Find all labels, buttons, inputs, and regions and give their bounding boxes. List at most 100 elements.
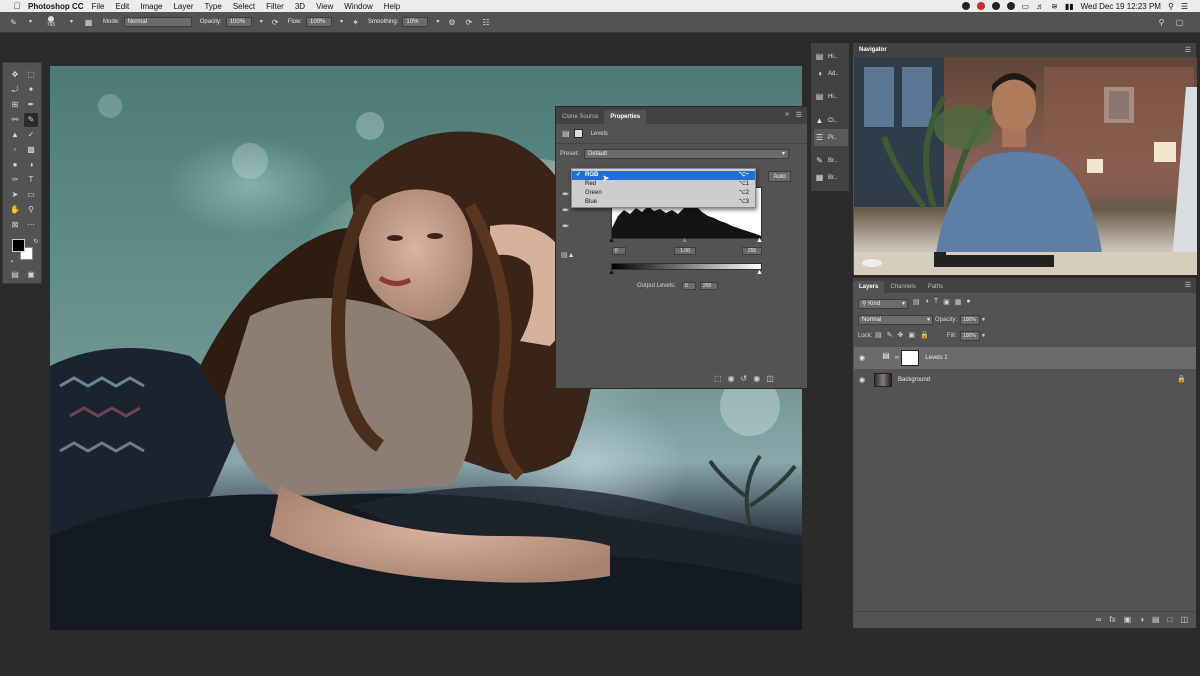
volume-icon[interactable]: ♬ <box>1036 2 1044 11</box>
menu-view[interactable]: View <box>316 2 333 11</box>
link-layers-icon[interactable]: ∞ <box>1096 615 1102 624</box>
menu-item-blue[interactable]: Blue ⌥3 <box>572 198 755 207</box>
clip-to-layer-icon[interactable]: ⬚ <box>714 374 722 383</box>
menu-item-red[interactable]: Red ⌥1 <box>572 180 755 189</box>
lock-artboard-icon[interactable]: ▣ <box>908 331 915 339</box>
flow-input[interactable]: 100% <box>306 17 333 27</box>
more-tools-icon[interactable]: ⋯ <box>24 218 38 232</box>
swap-colors-icon[interactable]: ↻ <box>29 235 43 249</box>
midtone-input-slider[interactable]: ▲ <box>681 237 688 244</box>
output-black-field[interactable]: 0 <box>682 282 696 290</box>
strip-adjustments[interactable]: ◑ Ad.. <box>814 65 848 82</box>
frame-tool-icon[interactable]: ⊠ <box>8 218 22 232</box>
crop-tool-icon[interactable]: ⊞ <box>8 98 22 112</box>
airbrush-icon[interactable]: ✶ <box>350 17 361 28</box>
strip-history[interactable]: ▤ Hi.. <box>814 88 848 105</box>
chevron-down-icon[interactable]: ▾ <box>336 17 347 28</box>
lasso-tool-icon[interactable]: ⤾ <box>8 83 22 97</box>
menu-item-green[interactable]: Green ⌥2 <box>572 189 755 198</box>
panel-menu-icon[interactable]: ☰ <box>1185 281 1191 289</box>
black-point-eyedropper-icon[interactable]: ✒ <box>562 189 570 200</box>
new-group-icon[interactable]: ▤ <box>1152 615 1160 624</box>
strip-properties[interactable]: ☰ Pr.. <box>814 129 848 146</box>
chevron-down-icon[interactable]: ▾ <box>982 332 985 339</box>
pen-tool-icon[interactable]: ✑ <box>8 173 22 187</box>
blend-mode-select[interactable]: Normal ▾ <box>858 315 933 325</box>
visibility-eye-icon[interactable]: ◉ <box>859 354 869 362</box>
layer-row-levels-1[interactable]: ◉ ▤ ∞ Levels 1 <box>854 347 1196 369</box>
brush-tool-icon[interactable]: ✎ <box>8 17 19 28</box>
brush-preset-picker[interactable]: 765 <box>43 16 59 28</box>
black-input-slider[interactable]: ▲ <box>608 237 615 244</box>
cloud-icon[interactable] <box>991 2 1000 10</box>
layer-fill-input[interactable]: 100% <box>960 331 980 341</box>
hand-tool-icon[interactable]: ✋ <box>8 203 22 217</box>
history-brush-tool-icon[interactable]: ✓ <box>24 128 38 142</box>
menu-3d[interactable]: 3D <box>295 2 305 11</box>
app-name-menu[interactable]: Photoshop CC <box>28 2 84 11</box>
quick-mask-icon[interactable]: ▤ <box>8 268 22 282</box>
panel-menu-icon[interactable]: ☰ <box>796 111 802 119</box>
auto-button[interactable]: Auto <box>768 171 791 182</box>
layer-mask-icon[interactable] <box>573 129 583 138</box>
menu-help[interactable]: Help <box>384 2 400 11</box>
filter-smart-object-icon[interactable]: ▦ <box>955 298 962 306</box>
menu-select[interactable]: Select <box>233 2 255 11</box>
strip-brush-settings[interactable]: ▦ Br.. <box>814 169 848 186</box>
eyedropper-tool-icon[interactable]: ✒ <box>24 98 38 112</box>
mode-select[interactable]: Normal <box>123 17 192 27</box>
pressure-size-icon[interactable]: ⟳ <box>463 17 474 28</box>
lock-all-icon[interactable]: 🔒 <box>920 331 929 339</box>
reset-icon[interactable]: ↺ <box>741 374 748 383</box>
menu-item-rgb[interactable]: ✓ RGB ⌥~ <box>572 171 755 180</box>
healing-brush-tool-icon[interactable]: ⚯ <box>8 113 22 127</box>
magic-wand-tool-icon[interactable]: ✦ <box>24 83 38 97</box>
brush-tool-icon[interactable]: ✎ <box>24 113 38 127</box>
preset-select[interactable]: Default ▾ <box>584 149 789 159</box>
notification-center-icon[interactable]: ☰ <box>1181 2 1188 11</box>
layer-opacity-input[interactable]: 100% <box>960 315 980 325</box>
trash-icon[interactable]: ◫ <box>766 374 774 383</box>
link-icon[interactable]: ∞ <box>895 355 899 361</box>
filter-pixel-icon[interactable]: ▤ <box>913 298 920 306</box>
filter-adjustment-icon[interactable]: ◑ <box>925 298 929 306</box>
menu-type[interactable]: Type <box>204 2 221 11</box>
tab-properties[interactable]: Properties <box>604 110 647 124</box>
collapse-panel-icon[interactable]: » <box>785 111 789 118</box>
gray-point-eyedropper-icon[interactable]: ✒ <box>562 205 570 216</box>
layer-row-background[interactable]: ◉ Background 🔒 <box>854 369 1196 391</box>
trash-icon[interactable]: ◫ <box>1180 615 1188 624</box>
filter-type-icon[interactable]: T <box>934 298 938 306</box>
menu-layer[interactable]: Layer <box>173 2 193 11</box>
strip-brushes[interactable]: ✎ Br.. <box>814 152 848 169</box>
wifi-icon[interactable]: ≋ <box>1051 2 1058 11</box>
pressure-opacity-icon[interactable]: ⟳ <box>270 17 281 28</box>
white-point-eyedropper-icon[interactable]: ✒ <box>562 221 570 232</box>
white-input-slider[interactable]: ▲ <box>756 237 763 244</box>
gear-icon[interactable]: ⚙ <box>446 17 457 28</box>
visibility-eye-icon[interactable]: ◉ <box>859 376 869 384</box>
add-mask-icon[interactable]: ▣ <box>1124 615 1132 624</box>
type-tool-icon[interactable]: T <box>24 173 38 187</box>
blur-tool-icon[interactable]: ● <box>8 158 22 172</box>
tab-paths[interactable]: Paths <box>922 281 949 293</box>
view-previous-state-icon[interactable]: ◉ <box>728 374 735 383</box>
chevron-down-icon[interactable]: ▾ <box>256 17 267 28</box>
workspace-icon[interactable]: ▢ <box>1174 17 1185 28</box>
chevron-down-icon[interactable]: ▾ <box>25 17 36 28</box>
tab-channels[interactable]: Channels <box>884 281 921 293</box>
eraser-tool-icon[interactable]: ▫ <box>8 143 22 157</box>
shape-tool-icon[interactable]: ▭ <box>24 188 38 202</box>
tab-layers[interactable]: Layers <box>853 281 885 293</box>
path-selection-tool-icon[interactable]: ➤ <box>8 188 22 202</box>
search-icon[interactable]: ⚲ <box>1156 17 1167 28</box>
output-white-field[interactable]: 255 <box>700 282 718 290</box>
menu-file[interactable]: File <box>92 2 105 11</box>
dodge-tool-icon[interactable]: ◑ <box>24 158 38 172</box>
clock-text[interactable]: Wed Dec 19 12:23 PM <box>1081 2 1161 11</box>
menu-window[interactable]: Window <box>344 2 372 11</box>
creative-cloud-icon[interactable] <box>961 2 970 10</box>
default-colors-icon[interactable]: ▪ <box>5 255 19 269</box>
zoom-tool-icon[interactable]: ⚲ <box>24 203 38 217</box>
new-layer-icon[interactable]: □ <box>1168 615 1173 624</box>
